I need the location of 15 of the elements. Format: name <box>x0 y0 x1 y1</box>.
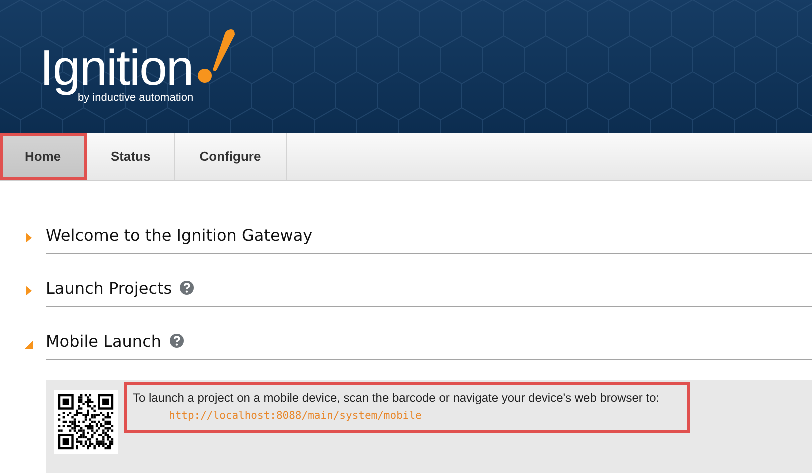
instruction-text: To launch a project on a mobile device, scan the barcode or navigate your device's web browser to: <box>133 391 661 405</box>
expand-arrow-icon[interactable] <box>25 338 33 348</box>
logo-wordmark: Ignition <box>40 42 194 94</box>
section-title[interactable]: Mobile Launch <box>46 332 162 350</box>
nav-tab[interactable]: Configure <box>175 133 287 180</box>
logo-tagline: by inductive automation <box>78 92 195 104</box>
section-title[interactable]: Launch Projects <box>46 278 172 298</box>
expand-arrow-icon[interactable] <box>25 286 33 296</box>
nav-tab[interactable]: Status <box>87 133 175 180</box>
nav-tab[interactable]: Home <box>0 133 87 180</box>
help-icon[interactable] <box>180 281 194 295</box>
qr-code-icon <box>54 390 118 454</box>
expand-arrow-icon[interactable] <box>25 232 33 242</box>
section-title[interactable]: Welcome to the Ignition Gateway <box>46 226 313 244</box>
help-icon[interactable] <box>170 334 184 348</box>
